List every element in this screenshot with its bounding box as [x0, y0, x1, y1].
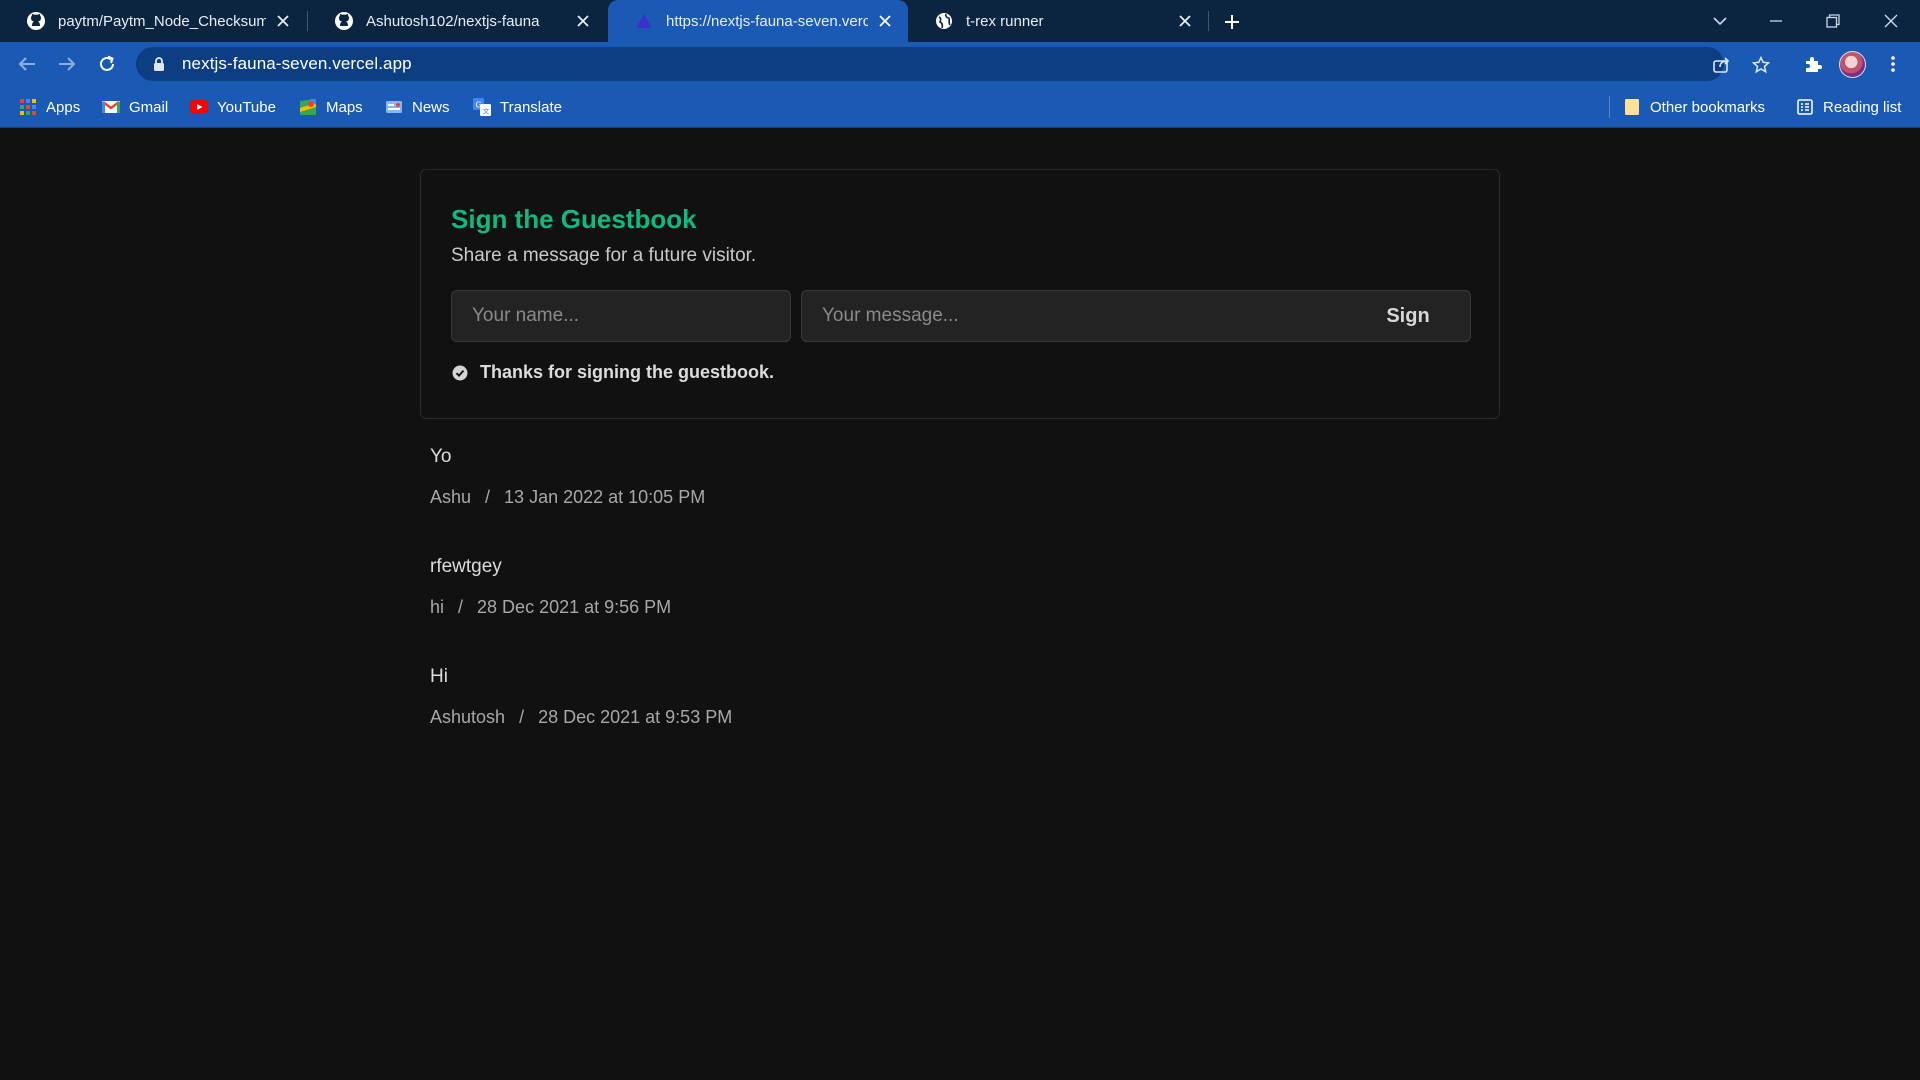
entry-message: rfewtgey	[430, 556, 502, 577]
entry-message: Hi	[430, 666, 448, 687]
new-tab-button[interactable]	[1219, 9, 1245, 35]
bookmark-youtube[interactable]: YouTube	[190, 86, 276, 128]
restore-button[interactable]	[1809, 0, 1857, 42]
close-icon[interactable]	[876, 12, 894, 30]
sign-button[interactable]: Sign	[1347, 291, 1469, 341]
page-subtitle: Share a message for a future visitor.	[451, 245, 757, 266]
bookmark-label: YouTube	[217, 98, 276, 116]
bookmark-translate[interactable]: G文 Translate	[473, 86, 562, 128]
vercel-icon	[634, 11, 654, 31]
page-content: Sign the Guestbook Share a message for a…	[0, 129, 1920, 1080]
tab-nextjs-fauna-repo[interactable]: Ashutosh102/nextjs-fauna	[308, 0, 606, 42]
reload-button[interactable]	[93, 50, 121, 78]
tab-separator	[1208, 11, 1209, 31]
name-input[interactable]	[451, 290, 791, 342]
reading-list-label: Reading list	[1823, 98, 1902, 116]
bookmarks-separator	[1609, 96, 1610, 118]
entry-message: Yo	[430, 446, 452, 467]
address-bar[interactable]: nextjs-fauna-seven.vercel.app	[136, 47, 1770, 81]
back-button[interactable]	[13, 50, 41, 78]
youtube-icon	[190, 98, 208, 116]
tab-title: t-rex runner	[966, 12, 1044, 30]
bookmarks-bar: Apps Gmail YouTube Maps News G文 Translat…	[0, 86, 1920, 128]
tab-search-button[interactable]	[1696, 0, 1744, 42]
url-text: nextjs-fauna-seven.vercel.app	[182, 54, 412, 73]
guestbook-entry: rfewtgey hi / 28 Dec 2021 at 9:56 PM	[430, 551, 1490, 661]
entry-author: Ashutosh	[430, 707, 506, 727]
svg-text:文: 文	[483, 107, 490, 116]
success-message: Thanks for signing the guestbook.	[451, 362, 774, 383]
tab-title: paytm/Paytm_Node_Checksum	[58, 12, 266, 30]
bookmark-news[interactable]: News	[385, 86, 450, 128]
entry-meta: Ashutosh / 28 Dec 2021 at 9:53 PM	[430, 701, 1490, 733]
lock-icon[interactable]	[152, 56, 166, 72]
meta-separator: /	[485, 487, 491, 507]
reading-list-icon	[1796, 98, 1814, 116]
entry-date: 13 Jan 2022 at 10:05 PM	[504, 487, 706, 507]
close-window-button[interactable]	[1867, 0, 1915, 42]
github-icon	[334, 11, 354, 31]
bookmark-star-icon[interactable]	[1750, 54, 1772, 76]
bookmark-apps[interactable]: Apps	[19, 86, 80, 128]
other-bookmarks-folder[interactable]: Other bookmarks	[1623, 86, 1765, 128]
news-icon	[385, 98, 403, 116]
entry-meta: hi / 28 Dec 2021 at 9:56 PM	[430, 591, 1490, 623]
tab-strip: paytm/Paytm_Node_Checksum Ashutosh102/ne…	[0, 0, 1920, 42]
globe-icon	[934, 11, 954, 31]
reading-list-button[interactable]: Reading list	[1796, 86, 1901, 128]
folder-icon	[1623, 98, 1641, 116]
apps-grid-icon	[19, 98, 37, 116]
profile-avatar[interactable]	[1839, 51, 1866, 78]
meta-separator: /	[458, 597, 464, 617]
tab-vercel-app[interactable]: https://nextjs-fauna-seven.vercel	[608, 0, 908, 42]
tab-paytm[interactable]: paytm/Paytm_Node_Checksum	[0, 0, 306, 42]
bookmark-label: Maps	[326, 98, 363, 116]
guestbook-form-card: Sign the Guestbook Share a message for a…	[420, 169, 1500, 419]
maps-icon	[299, 98, 317, 116]
bookmark-label: News	[412, 98, 450, 116]
close-icon[interactable]	[1176, 12, 1194, 30]
tab-t-rex-runner[interactable]: t-rex runner	[908, 0, 1208, 42]
bookmark-label: Translate	[500, 98, 562, 116]
translate-icon: G文	[473, 98, 491, 116]
meta-separator: /	[519, 707, 525, 727]
github-icon	[26, 11, 46, 31]
gmail-icon	[102, 98, 120, 116]
guestbook-entry: Yo Ashu / 13 Jan 2022 at 10:05 PM	[430, 441, 1490, 551]
bookmark-label: Apps	[46, 98, 81, 116]
guestbook-entry: Hi Ashutosh / 28 Dec 2021 at 9:53 PM	[430, 661, 1490, 771]
guestbook-entries: Yo Ashu / 13 Jan 2022 at 10:05 PM rfewtgey…	[430, 441, 1490, 771]
minimize-button[interactable]	[1752, 0, 1800, 42]
tab-title: Ashutosh102/nextjs-fauna	[366, 12, 540, 30]
extensions-icon[interactable]	[1800, 51, 1826, 77]
close-icon[interactable]	[274, 12, 292, 30]
share-icon[interactable]	[1710, 54, 1732, 76]
check-circle-icon	[451, 364, 468, 381]
entry-author: hi	[430, 597, 445, 617]
tab-title: https://nextjs-fauna-seven.vercel	[666, 12, 868, 30]
forward-button[interactable]	[53, 50, 81, 78]
browser-toolbar: nextjs-fauna-seven.vercel.app	[0, 42, 1920, 86]
bookmark-label: Gmail	[129, 98, 169, 116]
entry-date: 28 Dec 2021 at 9:53 PM	[538, 707, 733, 727]
success-text: Thanks for signing the guestbook.	[480, 362, 775, 382]
close-icon[interactable]	[574, 12, 592, 30]
entry-date: 28 Dec 2021 at 9:56 PM	[477, 597, 672, 617]
svg-text:G: G	[476, 101, 482, 110]
page-title: Sign the Guestbook	[451, 204, 697, 234]
bookmark-gmail[interactable]: Gmail	[102, 86, 168, 128]
other-bookmarks-label: Other bookmarks	[1650, 98, 1766, 116]
bookmark-maps[interactable]: Maps	[299, 86, 363, 128]
entry-author: Ashu	[430, 487, 472, 507]
menu-icon[interactable]	[1880, 51, 1906, 77]
entry-meta: Ashu / 13 Jan 2022 at 10:05 PM	[430, 481, 1490, 513]
